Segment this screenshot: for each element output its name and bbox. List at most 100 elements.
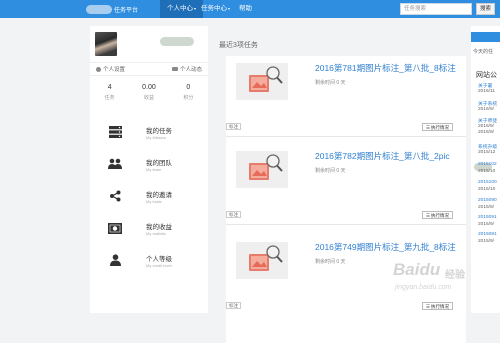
nav-help[interactable]: 帮助 [232,0,259,18]
stat-value: 0 [186,84,191,91]
menu-my-invite[interactable]: 我的邀请 My invite [90,186,208,218]
today-tasks-label: 今天的任 [473,49,494,55]
menu-subtitle: My invite [146,199,162,204]
blurred-logo [86,4,112,14]
money-icon [108,222,122,234]
blurred-username [160,37,194,46]
notice-date: 2016/11 [478,89,495,94]
menu-subtitle: My Mission [146,135,167,140]
menu-title: 我的邀请 [146,192,172,199]
notice-date: 2016/9/ [478,130,495,135]
button-label: 执行情况 [431,304,450,309]
section-title: 最近3项任务 [219,42,258,49]
task-search-input[interactable]: 任务搜索 [400,3,472,15]
nav-label: 帮助 [239,5,252,12]
task-remaining-time: 剩余时间 0 天 [315,80,346,86]
list-icon: ☰ [426,213,431,218]
menu-title: 个人等级 [146,256,172,263]
top-navigation-bar: 任务平台 个人中心 ▾ 任务中心▾ 帮助 任务搜索 搜索 [0,0,500,18]
task-title-link[interactable]: 2016第782期图片标注_第八批_2pic [315,150,450,162]
notice-link[interactable]: 2015102 [478,162,497,167]
task-tag: 标注 [226,123,241,130]
notice-date: 2015/10 [478,169,496,174]
image-placeholder-icon[interactable] [236,63,288,100]
share-icon [108,190,122,202]
notice-link[interactable]: 关于师徒 [478,117,497,124]
stat-label: 积分 [183,95,194,101]
button-label: 执行情况 [431,213,450,218]
profile-stats: 4 任务 0.00 收益 0 积分 [90,82,208,108]
divider [226,136,466,137]
menu-my-earnings[interactable]: 我的收益 My realistic [90,218,208,250]
menu-my-team[interactable]: 我的团队 My team [90,154,208,186]
list-icon: ☰ [426,125,431,130]
list-icon: ☰ [426,304,431,309]
task-title-link[interactable]: 2016第749期图片标注_第九批_8标注 [315,241,456,253]
execution-status-button[interactable]: ☰执行情况 [422,123,454,131]
baidu-jingyan-watermark: Baidu 经验 jingyan.baidu.com [383,258,471,300]
notice-date: 2016/9/ [478,107,495,112]
link-label: 个人动态 [179,67,202,73]
chevron-down-icon: ▾ [228,6,231,11]
menu-credit-level[interactable]: 个人等级 My credit level [90,250,208,282]
notice-sidebar: 今天的任 网站公 关于暑 2016/11 关于系统 2016/9/关于师徒 2016/9… [471,26,500,313]
execution-status-button[interactable]: ☰执行情况 [422,211,454,219]
gear-icon [96,66,101,72]
menu-title: 我的任务 [146,128,172,135]
card-icon [171,67,178,71]
task-remaining-time: 剩余时间 0 天 [315,168,346,174]
menu-subtitle: My realistic [146,231,167,236]
team-icon [108,158,122,170]
brand-text: 任务平台 [114,7,139,14]
personal-settings-link[interactable]: 个人设置 [96,65,125,73]
server-icon [108,126,122,138]
stat-label: 收益 [143,95,154,101]
user-icon [108,254,122,266]
notice-date: 2015/10 [478,187,496,192]
nav-task-center[interactable]: 任务中心▾ [194,0,237,18]
task-tag: 标注 [226,211,241,218]
notice-link[interactable]: 2015091 [478,215,497,220]
menu-title: 我的收益 [146,224,172,231]
notice-link[interactable]: 系统升级 [478,143,497,150]
sidebar-header-bar [471,32,500,42]
task-remaining-time: 剩余时间 0 天 [315,259,346,265]
task-tag: 标注 [226,302,241,309]
stat-tasks: 4 任务 [90,82,129,108]
task-title-link[interactable]: 2016第781期图片标注_第八批_8标注 [315,62,456,74]
nav-label: 任务中心 [201,5,227,12]
watermark-url: jingyan.baidu.com [395,284,452,291]
personal-activity-link[interactable]: 个人动态 [171,65,202,73]
image-placeholder-icon[interactable] [236,242,288,279]
profile-menu: 我的任务 My Mission 我的团队 My team 我的邀请 My inv… [90,122,208,282]
link-label: 个人设置 [103,67,126,73]
notice-link[interactable]: 2015090 [478,198,497,203]
notice-link[interactable]: 2015091 [478,232,497,237]
execution-status-button[interactable]: ☰执行情况 [422,302,454,310]
site-brand[interactable]: 任务平台 [86,0,138,18]
stat-value: 4 [107,84,112,91]
notice-link[interactable]: 2015100 [478,180,497,185]
search-button[interactable]: 搜索 [476,3,495,15]
notice-link[interactable]: 关于暑 [478,82,492,89]
image-placeholder-icon[interactable] [236,151,288,188]
stat-value: 0.00 [142,84,156,91]
button-label: 执行情况 [431,125,450,130]
notice-date: 2015/9/ [478,205,495,210]
notice-link[interactable]: 关于系统 [478,100,497,107]
avatar[interactable] [95,32,117,56]
nav-label: 个人中心 [167,5,193,12]
menu-my-tasks[interactable]: 我的任务 My Mission [90,122,208,154]
notice-date: 2015/9/ [478,239,495,244]
stat-earnings: 0.00 收益 [129,82,168,108]
menu-subtitle: My team [146,167,162,172]
stat-points: 0 积分 [169,82,208,108]
profile-links: 个人设置 个人动态 [90,62,208,76]
notice-date: 2015/9/ [478,222,495,227]
menu-title: 我的团队 [146,160,172,167]
stat-label: 任务 [104,95,115,101]
watermark-logo: Baidu [393,260,441,279]
profile-panel: 个人设置 个人动态 4 任务 0.00 收益 0 积分 我的任务 My Miss… [90,26,208,313]
notice-date: 2015/12 [478,150,496,155]
divider [226,224,466,225]
